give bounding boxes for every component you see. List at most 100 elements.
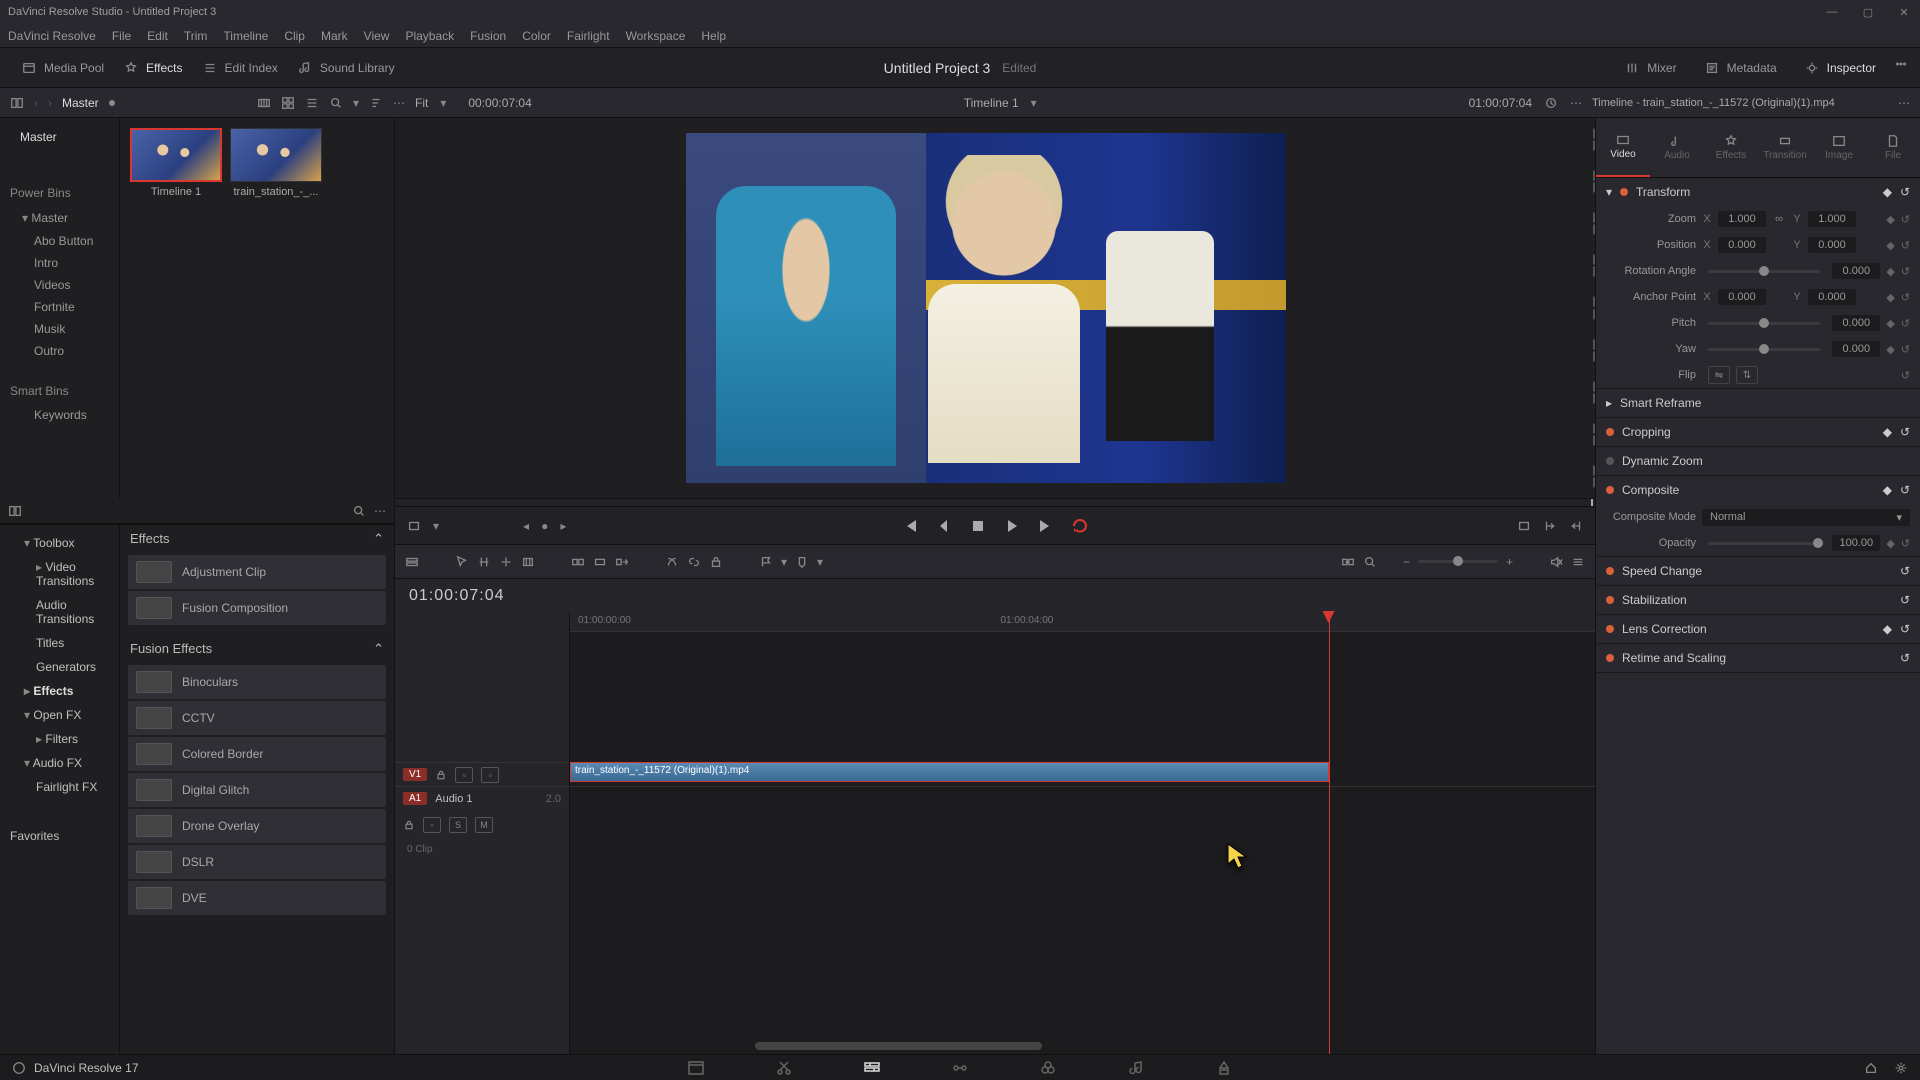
- tab-effects[interactable]: Effects: [1704, 118, 1758, 177]
- go-start-icon[interactable]: [901, 517, 919, 535]
- lock-icon[interactable]: [435, 769, 447, 781]
- menu-item[interactable]: Clip: [284, 29, 305, 43]
- marker-icon[interactable]: [795, 555, 809, 569]
- effects-group-header[interactable]: Effects⌃: [120, 525, 394, 553]
- in-point-icon[interactable]: [1543, 519, 1557, 533]
- smart-bins-header[interactable]: Smart Bins: [0, 378, 119, 404]
- reset-icon[interactable]: ↺: [1900, 622, 1910, 636]
- toolbox-header[interactable]: ▾ Toolbox: [0, 531, 119, 555]
- bin-item[interactable]: Intro: [0, 252, 119, 274]
- anchor-x[interactable]: 0.000: [1718, 289, 1766, 305]
- retime-scaling-header[interactable]: Retime and Scaling↺: [1596, 644, 1920, 672]
- enable-dot[interactable]: [1606, 654, 1614, 662]
- effects-toggle[interactable]: Effects: [114, 57, 192, 79]
- sort-icon[interactable]: [369, 96, 383, 110]
- keyframe-icon[interactable]: ◆: [1886, 343, 1894, 356]
- match-dot-icon[interactable]: ●: [541, 519, 548, 533]
- chevron-down-icon[interactable]: ▾: [1031, 96, 1037, 110]
- list-view-icon[interactable]: [305, 96, 319, 110]
- chevron-down-icon[interactable]: ▾: [440, 96, 446, 110]
- inspector-more-icon[interactable]: ⋯: [1898, 96, 1910, 110]
- toolbox-item[interactable]: ▸ Video Transitions: [0, 555, 119, 593]
- match-frame-icon[interactable]: [1517, 519, 1531, 533]
- timeline-ruler[interactable]: 01:00:00:00 01:00:04:00: [570, 612, 1595, 632]
- power-master[interactable]: ▾ Master: [0, 206, 119, 230]
- toolbox-effects[interactable]: ▸ Effects: [0, 679, 119, 703]
- toolbox-item[interactable]: Audio Transitions: [0, 593, 119, 631]
- replace-icon[interactable]: [615, 555, 629, 569]
- bin-item[interactable]: Musik: [0, 318, 119, 340]
- audio-track-header[interactable]: A1 Audio 1 2.0: [395, 786, 569, 810]
- metadata-toggle[interactable]: Metadata: [1695, 57, 1787, 79]
- track-enable-icon[interactable]: ▫: [481, 767, 499, 783]
- collapse-icon[interactable]: ⌃: [373, 641, 384, 657]
- effect-item[interactable]: Fusion Composition: [128, 591, 386, 625]
- go-end-icon[interactable]: [1037, 517, 1055, 535]
- inspector-toggle[interactable]: Inspector: [1795, 57, 1886, 79]
- keyframe-icon[interactable]: ◆: [1883, 425, 1892, 439]
- mute-button[interactable]: M: [475, 817, 493, 833]
- flip-v-button[interactable]: ⇅: [1736, 366, 1758, 384]
- nav-back-icon[interactable]: ‹: [34, 96, 38, 110]
- reset-icon[interactable]: ↺: [1900, 651, 1910, 665]
- toolbox-item[interactable]: Titles: [0, 631, 119, 655]
- media-page-icon[interactable]: [687, 1059, 705, 1077]
- keyframe-icon[interactable]: ◆: [1886, 213, 1894, 226]
- video-clip[interactable]: train_station_-_11572 (Original)(1).mp4: [570, 762, 1329, 782]
- deliver-page-icon[interactable]: [1215, 1059, 1233, 1077]
- enable-dot[interactable]: [1606, 596, 1614, 604]
- match-prev-icon[interactable]: ◂: [523, 519, 529, 533]
- reset-icon[interactable]: ↺: [1900, 425, 1910, 439]
- snap-icon[interactable]: [1341, 555, 1355, 569]
- track-enable-icon[interactable]: ▫: [455, 767, 473, 783]
- master-bin[interactable]: Master: [0, 124, 119, 150]
- chevron-down-icon[interactable]: ▾: [781, 555, 787, 569]
- viewer-canvas[interactable]: [395, 118, 1577, 498]
- toolbox-openfx[interactable]: ▾ Open FX: [0, 703, 119, 727]
- menu-item[interactable]: Timeline: [223, 29, 268, 43]
- menu-item[interactable]: Trim: [184, 29, 208, 43]
- effect-item[interactable]: Drone Overlay: [128, 809, 386, 843]
- timeline-tracks[interactable]: 01:00:00:00 01:00:04:00 train_station_-_…: [570, 612, 1595, 1054]
- reset-icon[interactable]: ↺: [1900, 564, 1910, 578]
- tab-image[interactable]: Image: [1812, 118, 1866, 177]
- edit-index-toggle[interactable]: Edit Index: [193, 57, 288, 79]
- keyframe-icon[interactable]: ◆: [1886, 317, 1894, 330]
- pitch-val[interactable]: 0.000: [1832, 315, 1880, 331]
- collapse-icon[interactable]: ⌃: [373, 531, 384, 547]
- tab-video[interactable]: Video: [1596, 118, 1650, 177]
- fairlight-page-icon[interactable]: [1127, 1059, 1145, 1077]
- match-next-icon[interactable]: ▸: [560, 519, 566, 533]
- solo-button[interactable]: S: [449, 817, 467, 833]
- sync-icon[interactable]: [1544, 96, 1558, 110]
- bin-view-icon[interactable]: [10, 96, 24, 110]
- menu-item[interactable]: DaVinci Resolve: [8, 29, 96, 43]
- color-page-icon[interactable]: [1039, 1059, 1057, 1077]
- timeline-scrollbar[interactable]: [755, 1042, 1042, 1050]
- tab-file[interactable]: File: [1866, 118, 1920, 177]
- reset-icon[interactable]: ↺: [1901, 317, 1910, 330]
- yaw-val[interactable]: 0.000: [1832, 341, 1880, 357]
- more-icon[interactable]: ⋯: [393, 96, 405, 110]
- toolbox-audiofx[interactable]: ▾ Audio FX: [0, 751, 119, 775]
- bin-item[interactable]: Videos: [0, 274, 119, 296]
- out-point-icon[interactable]: [1569, 519, 1583, 533]
- effect-item[interactable]: CCTV: [128, 701, 386, 735]
- flag-icon[interactable]: [759, 555, 773, 569]
- enable-dot[interactable]: [1606, 457, 1614, 465]
- keyframe-icon[interactable]: ◆: [1883, 185, 1892, 199]
- sound-library-toggle[interactable]: Sound Library: [288, 57, 405, 79]
- opacity-slider[interactable]: [1708, 542, 1820, 545]
- effect-item[interactable]: DVE: [128, 881, 386, 915]
- nav-fwd-icon[interactable]: ›: [48, 96, 52, 110]
- panel-icon[interactable]: [8, 504, 22, 518]
- more-icon[interactable]: ⋯: [1570, 96, 1582, 110]
- flip-h-button[interactable]: ⇋: [1708, 366, 1730, 384]
- reset-icon[interactable]: ↺: [1901, 213, 1910, 226]
- trim-tool-icon[interactable]: [477, 555, 491, 569]
- effect-item[interactable]: Binoculars: [128, 665, 386, 699]
- enable-dot[interactable]: [1606, 428, 1614, 436]
- reset-icon[interactable]: ↺: [1901, 239, 1910, 252]
- smart-reframe-header[interactable]: ▸Smart Reframe: [1596, 389, 1920, 417]
- enable-dot[interactable]: [1620, 188, 1628, 196]
